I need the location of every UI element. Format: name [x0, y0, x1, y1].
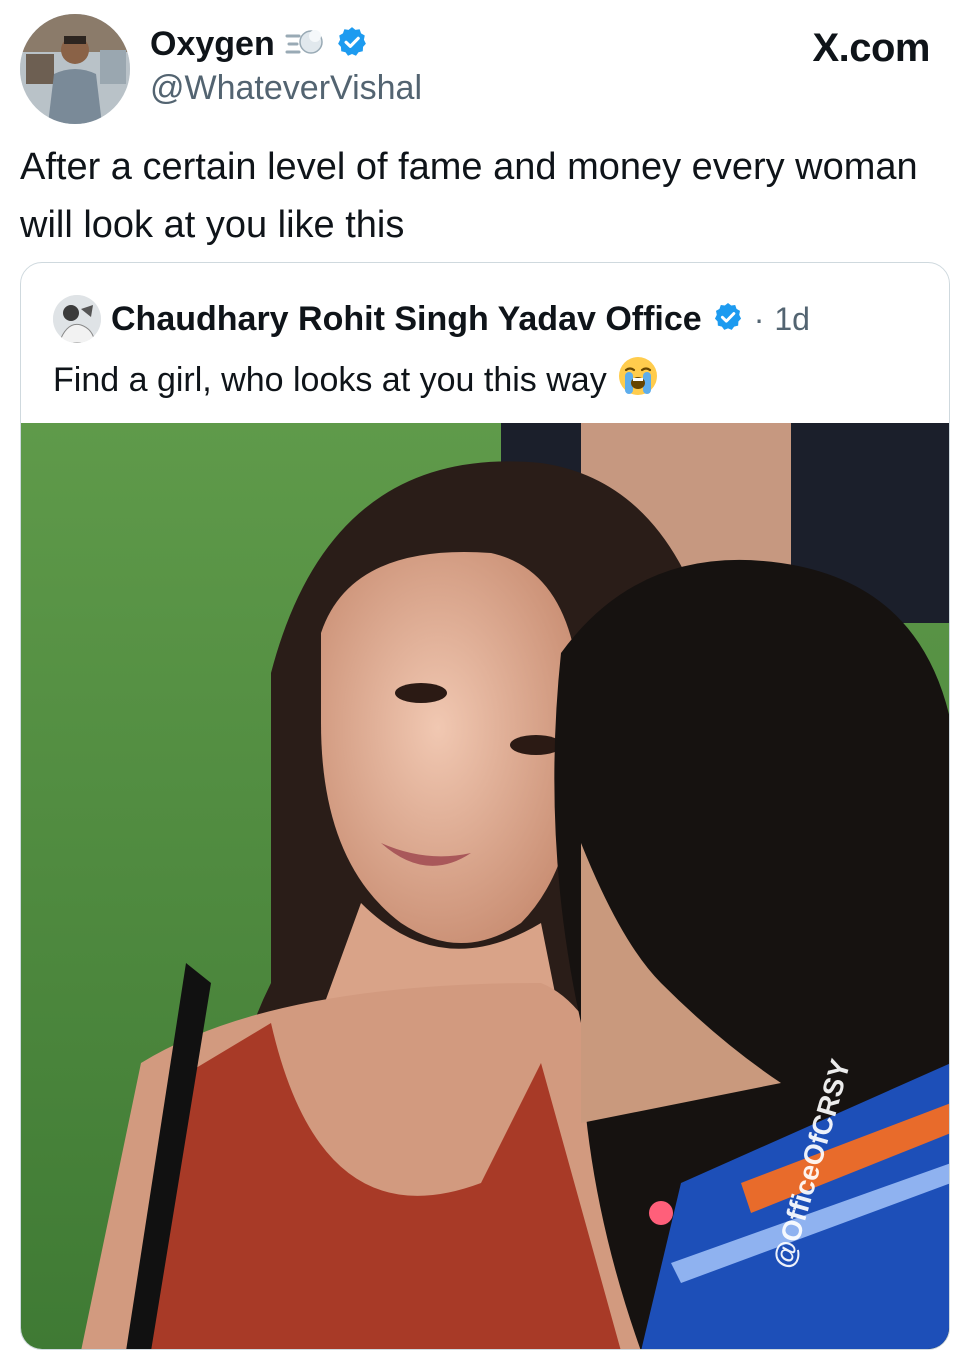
display-name[interactable]: Oxygen — [150, 25, 275, 64]
quote-separator: · — [753, 300, 765, 337]
quote-text-row: Find a girl, who looks at you this way — [53, 355, 659, 406]
author-avatar[interactable] — [20, 14, 130, 124]
quote-display-name[interactable]: Chaudhary Rohit Singh Yadav Office — [111, 300, 702, 339]
loudly-crying-face-icon — [617, 355, 659, 406]
tweet-header: Oxygen @WhateverVishal X.com — [20, 14, 952, 126]
quote-author-avatar[interactable] — [53, 295, 101, 343]
verified-badge-icon — [335, 25, 369, 64]
brand-label: X.com — [812, 26, 930, 70]
quoted-post-card[interactable]: Chaudhary Rohit Singh Yadav Office · 1d … — [20, 262, 950, 1350]
name-row: Oxygen — [150, 24, 422, 65]
quote-verified-badge-icon — [712, 301, 744, 338]
quote-header: Chaudhary Rohit Singh Yadav Office · 1d — [53, 295, 810, 343]
quote-text: Find a girl, who looks at you this way — [53, 361, 607, 399]
handle[interactable]: @WhateverVishal — [150, 69, 422, 108]
dash-emoji-icon — [285, 24, 325, 65]
author-block: Oxygen @WhateverVishal — [150, 24, 422, 108]
post-text: After a certain level of fame and money … — [20, 146, 918, 246]
quote-timestamp[interactable]: 1d — [774, 301, 810, 338]
